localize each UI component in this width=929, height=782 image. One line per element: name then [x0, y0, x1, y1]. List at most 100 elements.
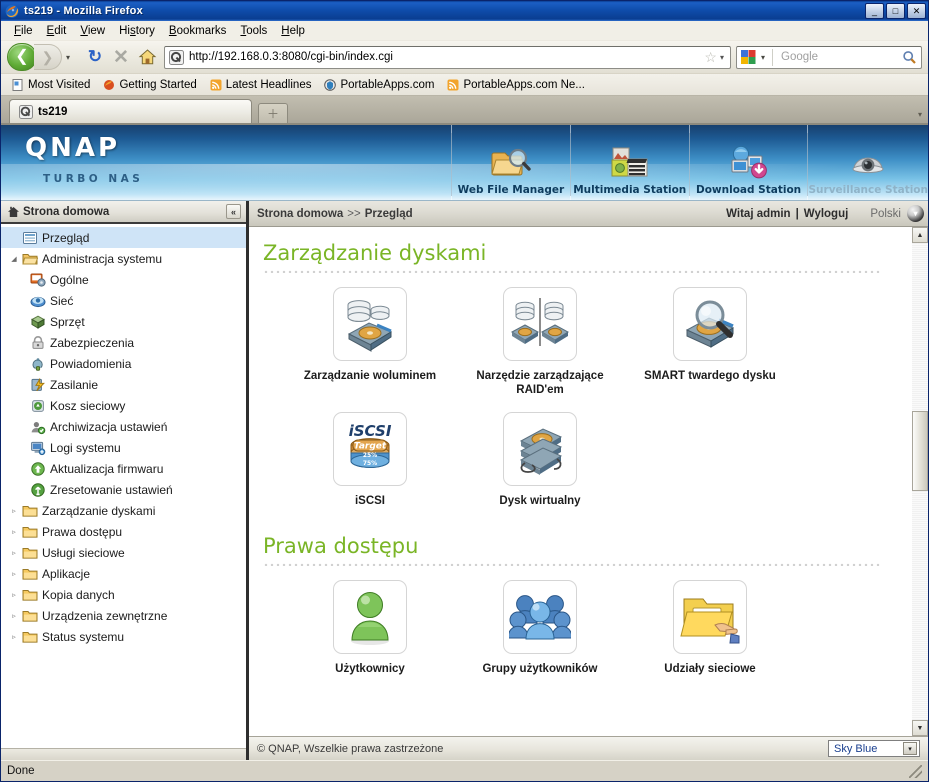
logout-link[interactable]: Wyloguj: [804, 208, 849, 220]
sidebar-item-5[interactable]: Zabezpieczenia: [1, 332, 246, 353]
scrollbar-track[interactable]: [912, 243, 928, 720]
tile-user[interactable]: Użytkownicy: [285, 580, 455, 676]
content-scrollbar[interactable]: ▲ ▼: [911, 227, 928, 736]
expand-arrow-icon[interactable]: ▹: [7, 549, 21, 557]
theme-select[interactable]: Sky Blue ▾: [828, 740, 920, 757]
tile-smart-disk[interactable]: SMART twardego dysku: [625, 287, 795, 398]
sidebar-item-12[interactable]: Zresetowanie ustawień: [1, 479, 246, 500]
menu-tools[interactable]: Tools: [233, 23, 274, 39]
expand-arrow-icon[interactable]: ▹: [7, 570, 21, 578]
search-input[interactable]: Google: [776, 51, 900, 63]
url-bar[interactable]: http://192.168.0.3:8080/cgi-bin/index.cg…: [164, 45, 731, 69]
content-area: Strona domowa >> Przegląd Witaj admin | …: [249, 201, 928, 760]
tile-virtual-disk[interactable]: Dysk wirtualny: [455, 411, 625, 508]
expand-arrow-icon[interactable]: ▹: [7, 612, 21, 620]
sidebar-item-6[interactable]: Powiadomienia: [1, 353, 246, 374]
sidebar-item-3[interactable]: Sieć: [1, 290, 246, 311]
back-button[interactable]: ❮: [7, 43, 37, 71]
sidebar-item-8[interactable]: Kosz sieciowy: [1, 395, 246, 416]
sidebar-item-4[interactable]: Sprzęt: [1, 311, 246, 332]
new-tab-button[interactable]: ＋: [258, 103, 288, 123]
stop-icon[interactable]: ✕: [108, 44, 134, 70]
tab-list-caret[interactable]: ▾: [918, 110, 922, 119]
bookmark-label: PortableApps.com: [340, 78, 435, 91]
expand-arrow-icon[interactable]: ▹: [7, 507, 21, 515]
minimize-button[interactable]: _: [865, 3, 884, 19]
menu-help[interactable]: Help: [274, 23, 312, 39]
menu-history[interactable]: History: [112, 23, 162, 39]
scroll-up-button[interactable]: ▲: [912, 227, 928, 243]
expand-arrow-icon[interactable]: ▹: [7, 591, 21, 599]
menu-bookmarks[interactable]: Bookmarks: [162, 23, 234, 39]
tile-network-shares[interactable]: Udziały sieciowe: [625, 580, 795, 676]
navigation-toolbar: ❮ ❯ ▾ ↻ ✕ http://192.168.0.3:8080/cgi-bi…: [1, 41, 928, 74]
power-icon: [29, 376, 46, 393]
url-input[interactable]: http://192.168.0.3:8080/cgi-bin/index.cg…: [189, 51, 702, 63]
maximize-button[interactable]: □: [886, 3, 905, 19]
sidebar-item-18[interactable]: ▹ Urządzenia zewnętrzne: [1, 605, 246, 626]
sidebar-item-1[interactable]: ◢ Administracja systemu: [1, 248, 246, 269]
close-button[interactable]: ✕: [907, 3, 926, 19]
tile-raid-management[interactable]: Narzędzie zarządzające RAID'em: [455, 287, 625, 398]
tile-row: Zarządzanie woluminem Narzędzie zarządzaj…: [249, 273, 911, 398]
sidebar-collapse-button[interactable]: «: [226, 204, 241, 219]
language-dropdown-button[interactable]: ▾: [907, 205, 924, 222]
chevron-down-icon[interactable]: ▾: [903, 742, 917, 755]
tile-volume-management[interactable]: Zarządzanie woluminem: [285, 287, 455, 398]
sidebar-item-11[interactable]: Aktualizacja firmwaru: [1, 458, 246, 479]
google-icon[interactable]: [740, 50, 757, 65]
expand-arrow-icon[interactable]: ▹: [7, 633, 21, 641]
resize-grip[interactable]: [909, 764, 922, 778]
sidebar-item-13[interactable]: ▹ Zarządzanie dyskami: [1, 500, 246, 521]
sidebar-item-9[interactable]: Archiwizacja ustawień: [1, 416, 246, 437]
sidebar-header: Strona domowa «: [1, 201, 246, 224]
search-icon[interactable]: [900, 50, 918, 65]
app-surveillance-station[interactable]: Surveillance Station: [807, 125, 928, 200]
menu-edit[interactable]: Edit: [40, 23, 74, 39]
qnap-favicon: [18, 104, 33, 119]
expand-arrow-icon[interactable]: ◢: [7, 255, 21, 263]
search-engine-caret[interactable]: ▾: [757, 53, 769, 62]
sidebar-item-label: Administracja systemu: [42, 251, 163, 266]
scroll-down-button[interactable]: ▼: [912, 720, 928, 736]
sidebar-item-label: Zabezpieczenia: [50, 335, 135, 350]
sidebar-item-15[interactable]: ▹ Usługi sieciowe: [1, 542, 246, 563]
bookmark-getting-started[interactable]: Getting Started: [98, 78, 201, 92]
home-icon[interactable]: [134, 44, 160, 70]
multimedia-icon: [610, 141, 650, 181]
bookmark-portableapps-news[interactable]: PortableApps.com Ne...: [442, 78, 589, 92]
tile-label: Udziały sieciowe: [664, 663, 756, 676]
sidebar-item-10[interactable]: Logi systemu: [1, 437, 246, 458]
bookmark-most-visited[interactable]: Most Visited: [7, 78, 95, 92]
sidebar-item-19[interactable]: ▹ Status systemu: [1, 626, 246, 647]
menu-view[interactable]: View: [73, 23, 112, 39]
window-title: ts219 - Mozilla Firefox: [24, 5, 143, 17]
sidebar-item-label: Przegląd: [42, 230, 90, 245]
sidebar-item-14[interactable]: ▹ Prawa dostępu: [1, 521, 246, 542]
url-dropdown-caret[interactable]: ▾: [719, 53, 727, 62]
sidebar-item-0[interactable]: Przegląd: [1, 227, 246, 248]
app-download-station[interactable]: Download Station: [688, 125, 808, 200]
tab-ts219[interactable]: ts219: [9, 99, 252, 123]
history-dropdown-caret[interactable]: ▾: [62, 53, 74, 62]
expand-arrow-icon[interactable]: ▹: [7, 528, 21, 536]
menu-file[interactable]: FFileile: [7, 23, 40, 39]
sidebar-item-2[interactable]: Ogólne: [1, 269, 246, 290]
scrollbar-thumb[interactable]: [912, 411, 928, 491]
tile-user-groups[interactable]: Grupy użytkowników: [455, 580, 625, 676]
app-multimedia-station[interactable]: Multimedia Station: [569, 125, 689, 200]
sidebar-item-7[interactable]: Zasilanie: [1, 374, 246, 395]
bookmark-star-icon[interactable]: ☆: [702, 49, 719, 66]
forward-button[interactable]: ❯: [34, 44, 62, 70]
qnap-favicon: [168, 49, 185, 66]
sidebar-item-17[interactable]: ▹ Kopia danych: [1, 584, 246, 605]
search-bar[interactable]: ▾ Google: [736, 45, 922, 69]
sidebar-item-16[interactable]: ▹ Aplikacje: [1, 563, 246, 584]
sidebar-footer-strip: [1, 748, 246, 760]
breadcrumb-root[interactable]: Strona domowa: [257, 208, 343, 220]
app-web-file-manager[interactable]: Web File Manager: [451, 125, 570, 200]
bookmark-latest-headlines[interactable]: Latest Headlines: [205, 78, 317, 92]
reload-icon[interactable]: ↻: [82, 44, 108, 70]
tile-iscsi[interactable]: iSCSI Target 25% 75% iSCSI: [285, 411, 455, 508]
bookmark-portableapps[interactable]: PortableApps.com: [319, 78, 439, 92]
